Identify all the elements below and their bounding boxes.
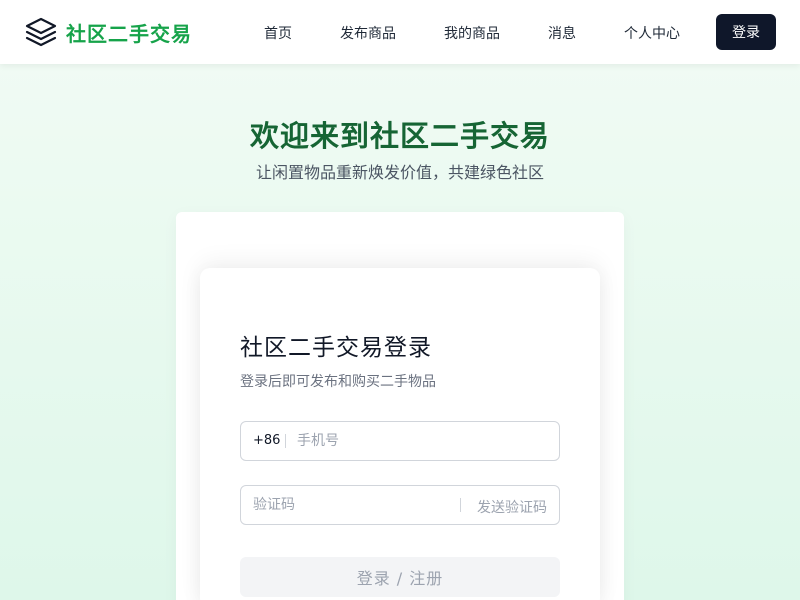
login-form-title: 社区二手交易登录 [240,335,432,361]
nav-my-items[interactable]: 我的商品 [444,23,500,43]
verification-code-field[interactable]: 发送验证码 [240,485,560,525]
country-code-prefix[interactable]: +86 [253,433,280,448]
header-login-button[interactable]: 登录 [716,14,776,50]
login-register-button[interactable]: 登录 / 注册 [240,557,560,597]
nav-messages[interactable]: 消息 [548,23,576,43]
nav-profile[interactable]: 个人中心 [624,23,680,43]
field-divider [460,498,461,512]
login-form-subtitle: 登录后即可发布和购买二手物品 [240,374,436,390]
top-navbar: 社区二手交易 首页 发布商品 我的商品 消息 个人中心 登录 [0,0,800,64]
nav-home[interactable]: 首页 [264,23,292,43]
nav-publish[interactable]: 发布商品 [340,23,396,43]
phone-input[interactable] [297,428,547,454]
send-code-button[interactable]: 发送验证码 [477,497,547,517]
phone-field[interactable]: +86 [240,421,560,461]
verification-code-input[interactable] [253,492,443,518]
field-divider [285,434,286,448]
main-nav: 首页 发布商品 我的商品 消息 个人中心 [0,0,800,64]
hero-title: 欢迎来到社区二手交易 [249,119,550,153]
hero-subtitle: 让闲置物品重新焕发价值，共建绿色社区 [255,163,544,182]
